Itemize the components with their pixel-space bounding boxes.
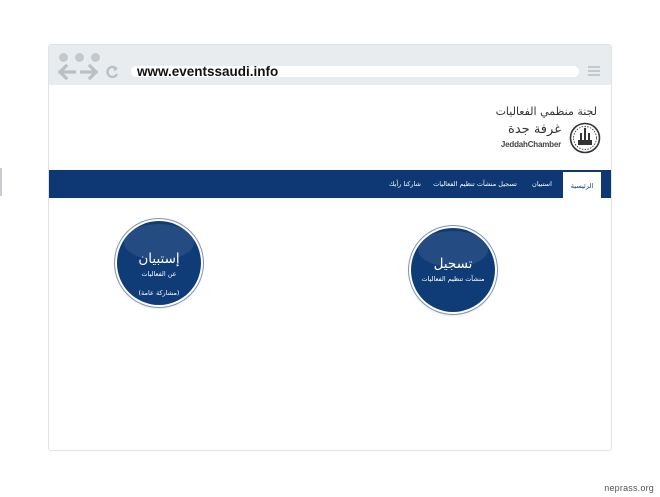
nav-item-register-organizers[interactable]: تسجيل منشآت تنظيم الفعاليات xyxy=(433,170,517,198)
main-navigation: الرئيسية استبيان تسجيل منشآت تنظيم الفعا… xyxy=(49,170,611,198)
nav-item-home[interactable]: الرئيسية xyxy=(563,170,601,198)
chamber-emblem-icon xyxy=(569,122,601,154)
window-dot-icon[interactable] xyxy=(59,53,68,62)
nav-item-survey[interactable]: استبيان xyxy=(527,170,557,198)
browser-toolbar: www.eventssaudi.info xyxy=(49,45,611,85)
jeddah-chamber-logo[interactable]: غرفة جدة JeddahChamber xyxy=(486,122,601,156)
logo-english-text: JeddahChamber xyxy=(500,140,561,149)
watermark-text: neprass.org xyxy=(604,483,654,493)
survey-card-subtitle: عن الفعاليات xyxy=(141,270,177,278)
edge-marker xyxy=(0,168,2,196)
back-arrow-icon[interactable] xyxy=(58,64,76,80)
window-dot-icon[interactable] xyxy=(75,53,84,62)
survey-card-title: إستبيان xyxy=(138,251,180,267)
reload-icon[interactable] xyxy=(105,64,119,80)
survey-card-note: (مشاركة عامة) xyxy=(138,289,180,297)
survey-card[interactable]: إستبيان عن الفعاليات (مشاركة عامة) xyxy=(117,221,201,305)
forward-arrow-icon[interactable] xyxy=(80,64,98,80)
site-header: لجنة منظمي الفعاليات غرفة جدة JeddahCham… xyxy=(49,85,611,170)
register-card-title: تسجيل xyxy=(433,256,473,272)
register-card-subtitle: منشآت تنظيم الفعاليات xyxy=(421,275,485,283)
committee-name: لجنة منظمي الفعاليات xyxy=(495,105,597,118)
register-card[interactable]: تسجيل منشآت تنظيم الفعاليات xyxy=(411,228,495,312)
window-dot-icon[interactable] xyxy=(91,53,100,62)
address-url[interactable]: www.eventssaudi.info xyxy=(137,62,278,82)
browser-window: www.eventssaudi.info لجنة منظمي الفعاليا… xyxy=(48,44,612,451)
menu-icon[interactable] xyxy=(588,66,600,77)
nav-item-share-opinion[interactable]: شاركنا رأيك xyxy=(385,170,425,198)
logo-arabic-text: غرفة جدة xyxy=(508,122,561,137)
